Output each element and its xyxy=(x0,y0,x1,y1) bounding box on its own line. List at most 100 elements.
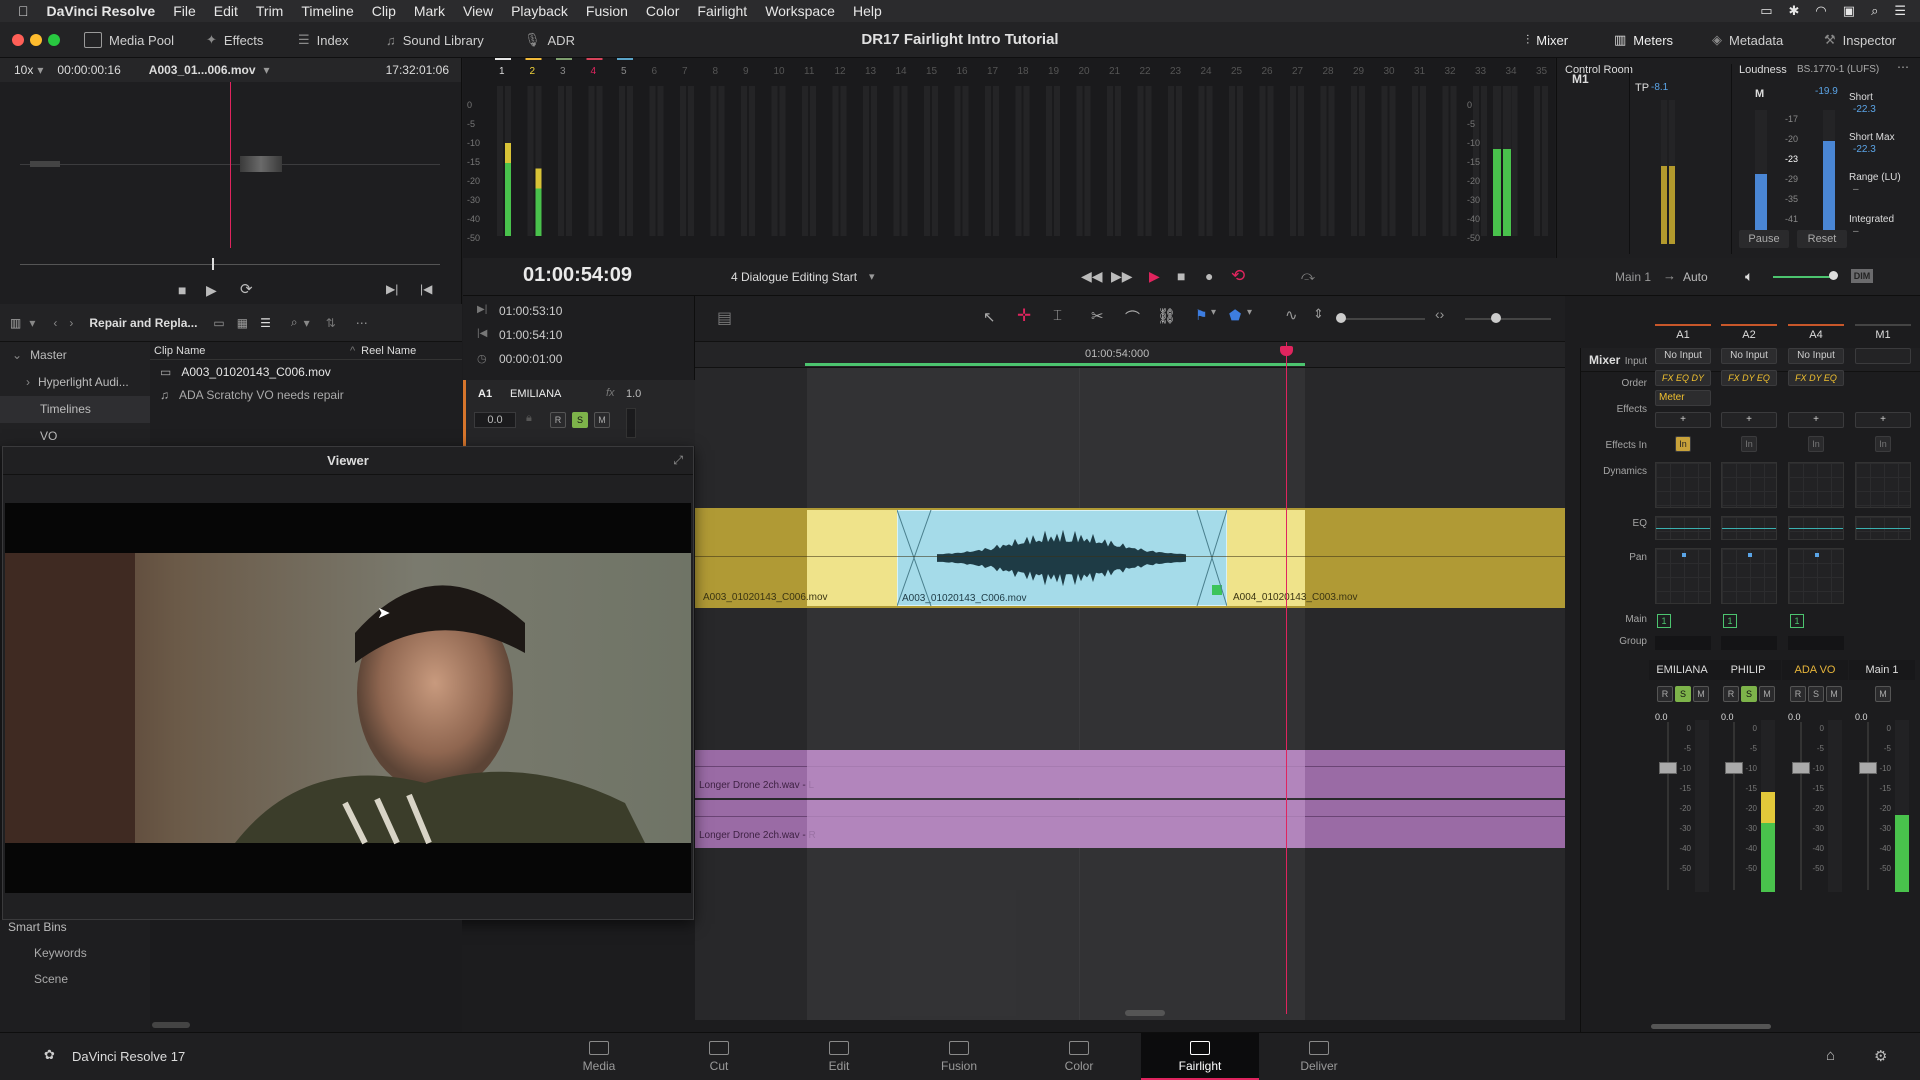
menu-view[interactable]: View xyxy=(463,3,493,19)
menu-clip[interactable]: Clip xyxy=(372,3,396,19)
wifi-icon[interactable]: ◠ xyxy=(1815,3,1826,19)
solo-button[interactable]: S xyxy=(1741,686,1757,702)
zoom-dropdown[interactable]: 10x xyxy=(14,63,33,77)
fader-track[interactable] xyxy=(1667,722,1669,890)
stop-icon[interactable]: ■ xyxy=(178,282,186,298)
timeline-ruler[interactable]: 01:00:54:000 xyxy=(695,342,1565,368)
source-scrubber[interactable] xyxy=(20,264,440,265)
clip-row[interactable]: ▭ A003_01020143_C006.mov xyxy=(150,360,462,383)
thumbnail-view-icon[interactable]: ▦ xyxy=(237,316,248,330)
viewer-dock-icon[interactable]: ⤢ xyxy=(673,453,683,468)
loop-icon[interactable]: ⟲ xyxy=(1231,266,1245,286)
zoom-window-button[interactable] xyxy=(48,34,60,46)
timeline-playhead[interactable] xyxy=(1286,342,1287,1014)
column-reel-name[interactable]: Reel Name xyxy=(361,345,416,357)
timeline-scrollbar[interactable] xyxy=(1125,1010,1165,1016)
track-volume[interactable]: 0.0 xyxy=(474,412,516,428)
record-arm-button[interactable]: R xyxy=(550,412,566,428)
sound-library-button[interactable]: ♫ Sound Library xyxy=(386,22,484,58)
metadata-view-icon[interactable]: ▭ xyxy=(213,316,224,330)
next-clip-icon[interactable]: ▶| xyxy=(386,282,398,296)
loop-icon[interactable]: ⟳ xyxy=(240,280,253,298)
record-arm-button[interactable]: R xyxy=(1657,686,1673,702)
add-effect-button[interactable]: + xyxy=(1721,412,1777,428)
index-button[interactable]: ☰ Index xyxy=(298,22,348,58)
snap-icon[interactable]: ⌒ xyxy=(1125,307,1140,328)
inspector-button[interactable]: ⚒ Inspector xyxy=(1824,22,1896,58)
control-center-icon[interactable]: ☰ xyxy=(1894,3,1906,19)
page-cut[interactable]: Cut xyxy=(669,1033,769,1080)
mute-button[interactable]: M xyxy=(594,412,610,428)
bluetooth-icon[interactable]: ✱ xyxy=(1789,3,1800,19)
automation-icon[interactable]: ⤼ xyxy=(1301,268,1315,284)
range-select-icon[interactable]: ✛ xyxy=(1017,306,1031,326)
input-dropdown[interactable]: No Input xyxy=(1721,348,1777,364)
pointer-icon[interactable]: ↖ xyxy=(983,308,996,326)
page-edit[interactable]: Edit xyxy=(789,1033,889,1080)
mixer-scrollbar[interactable] xyxy=(1651,1024,1771,1029)
page-fusion[interactable]: Fusion xyxy=(909,1033,1009,1080)
effects-order-button[interactable]: FX EQ DY xyxy=(1655,370,1711,386)
source-playhead[interactable] xyxy=(230,82,231,248)
auto-dropdown[interactable]: Auto xyxy=(1683,270,1708,284)
clip-row[interactable]: ♫ ADA Scratchy VO needs repair xyxy=(150,383,462,406)
bin-timelines[interactable]: Timelines xyxy=(0,396,150,423)
page-media[interactable]: Media xyxy=(549,1033,649,1080)
apple-icon[interactable]:  xyxy=(18,3,29,19)
source-clip-name[interactable]: A003_01...006.mov xyxy=(149,63,256,77)
group-slot[interactable] xyxy=(1721,636,1777,650)
menu-timeline[interactable]: Timeline xyxy=(301,3,353,19)
stop-icon[interactable]: ■ xyxy=(1177,268,1185,284)
track-height-slider[interactable] xyxy=(1341,318,1425,320)
home-icon[interactable]: ⌂ xyxy=(1826,1047,1835,1064)
effects-in-toggle[interactable]: In xyxy=(1675,436,1691,452)
pan-position[interactable] xyxy=(1748,553,1752,557)
effects-in-toggle[interactable]: In xyxy=(1875,436,1891,452)
dynamics-graph[interactable] xyxy=(1788,462,1844,508)
dynamics-graph[interactable] xyxy=(1655,462,1711,508)
main-bus-assign[interactable]: 1 xyxy=(1657,614,1671,628)
effects-order-button[interactable]: FX DY EQ xyxy=(1788,370,1844,386)
effect-slot-meter[interactable]: Meter xyxy=(1655,390,1711,406)
add-effect-button[interactable]: + xyxy=(1788,412,1844,428)
page-deliver[interactable]: Deliver xyxy=(1269,1033,1369,1080)
effects-in-toggle[interactable]: In xyxy=(1808,436,1824,452)
link-icon[interactable]: ⛓ xyxy=(1157,307,1176,325)
timeline-view-icon[interactable]: ▤ xyxy=(717,308,732,328)
track-a1-header[interactable]: A1 EMILIANA fx 1.0 0.0 🔒︎ R S M xyxy=(463,380,695,446)
marker-dropdown[interactable]: 4 Dialogue Editing Start xyxy=(731,270,857,284)
search-icon[interactable]: ⌕ xyxy=(291,315,298,330)
horizontal-zoom-icon[interactable]: ‹› xyxy=(1435,306,1444,322)
sort-icon[interactable]: ⇅ xyxy=(326,316,336,330)
mixer-channel-name[interactable]: Main 1 xyxy=(1849,660,1915,680)
solo-button[interactable]: S xyxy=(1808,686,1824,702)
eq-graph[interactable] xyxy=(1721,516,1777,540)
slider-handle[interactable] xyxy=(1336,313,1346,323)
mixer-channel-name[interactable]: ADA VO xyxy=(1782,660,1848,680)
bin-master[interactable]: ⌄ Master xyxy=(0,342,150,369)
pan-control[interactable] xyxy=(1655,548,1711,604)
marker-icon[interactable]: ⬟ xyxy=(1229,307,1241,324)
menu-edit[interactable]: Edit xyxy=(214,3,238,19)
mixer-button[interactable]: ⫶ Mixer xyxy=(1526,22,1568,58)
record-icon[interactable]: ● xyxy=(1205,268,1213,284)
monitor-volume-slider[interactable] xyxy=(1773,276,1837,278)
volume-slider-handle[interactable] xyxy=(1829,271,1838,280)
mute-button[interactable]: M xyxy=(1759,686,1775,702)
zoom-slider[interactable] xyxy=(1465,318,1551,320)
viewer-frame[interactable] xyxy=(5,503,691,893)
pan-position[interactable] xyxy=(1815,553,1819,557)
pan-position[interactable] xyxy=(1682,553,1686,557)
mute-button[interactable]: M xyxy=(1693,686,1709,702)
group-slot[interactable] xyxy=(1655,636,1711,650)
dynamics-graph[interactable] xyxy=(1855,462,1911,508)
pan-control[interactable] xyxy=(1788,548,1844,604)
display-icon[interactable]: ▭ xyxy=(1760,3,1772,19)
minimize-window-button[interactable] xyxy=(30,34,42,46)
fader-track[interactable] xyxy=(1867,722,1869,890)
add-effect-button[interactable]: + xyxy=(1655,412,1711,428)
speaker-icon[interactable]: 🔈︎ xyxy=(1745,268,1753,285)
menu-file[interactable]: File xyxy=(173,3,196,19)
add-effect-button[interactable]: + xyxy=(1855,412,1911,428)
main-bus-assign[interactable]: 1 xyxy=(1790,614,1804,628)
